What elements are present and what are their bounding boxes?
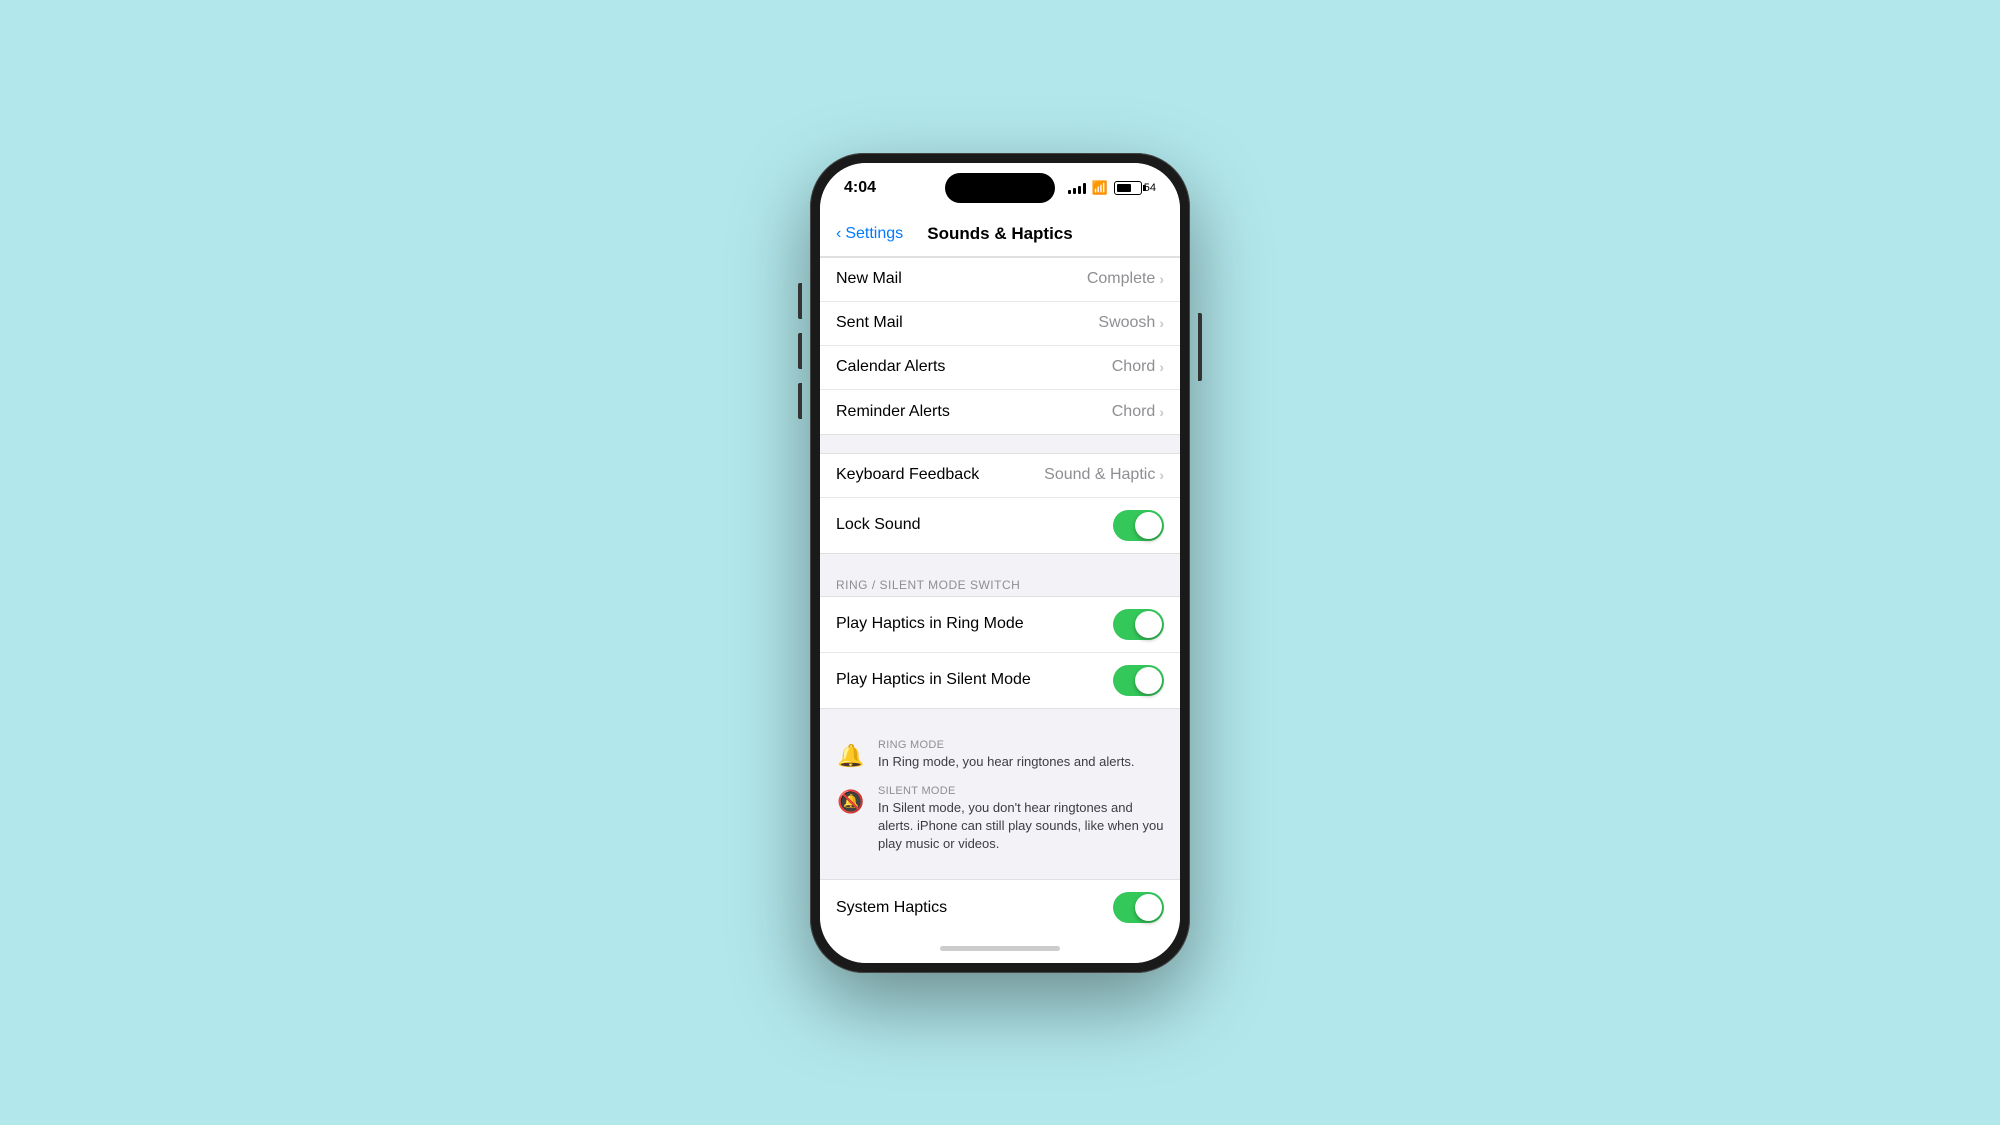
keyboard-feedback-row[interactable]: Keyboard Feedback Sound & Haptic ›: [820, 454, 1180, 498]
battery-fill: [1117, 184, 1131, 192]
mode-info-section: 🔔 RING MODE In Ring mode, you hear ringt…: [820, 727, 1180, 880]
sent-mail-label: Sent Mail: [836, 314, 903, 332]
home-bar: [940, 946, 1060, 951]
lock-sound-row: Lock Sound: [820, 498, 1180, 553]
ring-mode-info: 🔔 RING MODE In Ring mode, you hear ringt…: [836, 739, 1164, 771]
sent-mail-value: Swoosh: [1098, 314, 1155, 332]
new-mail-right: Complete ›: [1087, 270, 1164, 288]
sounds-section: New Mail Complete › Sent Mail Swoosh ›: [820, 257, 1180, 435]
chevron-right-icon: ›: [1159, 315, 1164, 331]
calendar-alerts-row[interactable]: Calendar Alerts Chord ›: [820, 346, 1180, 390]
new-mail-label: New Mail: [836, 270, 902, 288]
home-indicator: [820, 935, 1180, 963]
phone-frame: 4:04 📶 54: [810, 153, 1190, 973]
ring-mode-desc: In Ring mode, you hear ringtones and ale…: [878, 753, 1164, 771]
battery-indicator: 54: [1114, 181, 1156, 195]
reminder-alerts-value: Chord: [1112, 403, 1156, 421]
signal-icon: [1068, 182, 1086, 194]
ring-mode-title: RING MODE: [878, 739, 1164, 751]
haptics-section: Play Haptics in Ring Mode Play Haptics i…: [820, 596, 1180, 709]
battery-icon: [1114, 181, 1142, 195]
new-mail-row[interactable]: New Mail Complete ›: [820, 258, 1180, 302]
chevron-right-icon: ›: [1159, 359, 1164, 375]
silent-mode-title: SILENT MODE: [878, 785, 1164, 797]
calendar-alerts-label: Calendar Alerts: [836, 358, 945, 376]
calendar-alerts-value: Chord: [1112, 358, 1156, 376]
lock-sound-label: Lock Sound: [836, 516, 921, 534]
scrollable-area: New Mail Complete › Sent Mail Swoosh ›: [820, 257, 1180, 935]
page-title: Sounds & Haptics: [927, 224, 1072, 244]
bell-icon: 🔔: [836, 741, 866, 771]
system-haptics-toggle[interactable]: [1113, 892, 1164, 923]
ring-silent-label: RING / SILENT MODE SWITCH: [820, 572, 1180, 596]
back-label: Settings: [845, 225, 903, 243]
ring-silent-section: RING / SILENT MODE SWITCH Play Haptics i…: [820, 572, 1180, 709]
status-right-icons: 📶 54: [1068, 180, 1156, 196]
keyboard-feedback-label: Keyboard Feedback: [836, 466, 979, 484]
silent-mode-info: 🔕 SILENT MODE In Silent mode, you don't …: [836, 785, 1164, 854]
wifi-icon: 📶: [1092, 180, 1108, 196]
lock-sound-toggle[interactable]: [1113, 510, 1164, 541]
haptics-ring-toggle[interactable]: [1113, 609, 1164, 640]
new-mail-value: Complete: [1087, 270, 1155, 288]
haptics-ring-row: Play Haptics in Ring Mode: [820, 597, 1180, 653]
system-haptics-label: System Haptics: [836, 899, 947, 917]
keyboard-feedback-right: Sound & Haptic ›: [1044, 466, 1164, 484]
keyboard-feedback-value: Sound & Haptic: [1044, 466, 1155, 484]
status-bar: 4:04 📶 54: [820, 163, 1180, 213]
back-button[interactable]: ‹ Settings: [836, 225, 903, 243]
ring-mode-text: RING MODE In Ring mode, you hear rington…: [878, 739, 1164, 771]
reminder-alerts-row[interactable]: Reminder Alerts Chord ›: [820, 390, 1180, 434]
haptics-silent-row: Play Haptics in Silent Mode: [820, 653, 1180, 708]
haptics-silent-label: Play Haptics in Silent Mode: [836, 671, 1031, 689]
chevron-right-icon: ›: [1159, 467, 1164, 483]
haptics-ring-label: Play Haptics in Ring Mode: [836, 615, 1024, 633]
chevron-right-icon: ›: [1159, 271, 1164, 287]
system-haptics-section: System Haptics: [820, 879, 1180, 934]
silent-mode-text: SILENT MODE In Silent mode, you don't he…: [878, 785, 1164, 854]
chevron-right-icon: ›: [1159, 404, 1164, 420]
haptics-silent-toggle[interactable]: [1113, 665, 1164, 696]
sent-mail-right: Swoosh ›: [1098, 314, 1164, 332]
reminder-alerts-label: Reminder Alerts: [836, 403, 950, 421]
dynamic-island: [945, 173, 1055, 203]
sent-mail-row[interactable]: Sent Mail Swoosh ›: [820, 302, 1180, 346]
system-haptics-row: System Haptics: [820, 880, 1180, 934]
calendar-alerts-right: Chord ›: [1112, 358, 1164, 376]
chevron-left-icon: ‹: [836, 225, 841, 243]
silent-mode-desc: In Silent mode, you don't hear ringtones…: [878, 799, 1164, 854]
phone-screen: 4:04 📶 54: [820, 163, 1180, 963]
reminder-alerts-right: Chord ›: [1112, 403, 1164, 421]
status-time: 4:04: [844, 179, 876, 197]
bell-slash-icon: 🔕: [836, 787, 866, 817]
feedback-section: Keyboard Feedback Sound & Haptic › Lock …: [820, 453, 1180, 554]
screen-content: ‹ Settings Sounds & Haptics New Mail Com…: [820, 213, 1180, 963]
navigation-bar: ‹ Settings Sounds & Haptics: [820, 213, 1180, 257]
